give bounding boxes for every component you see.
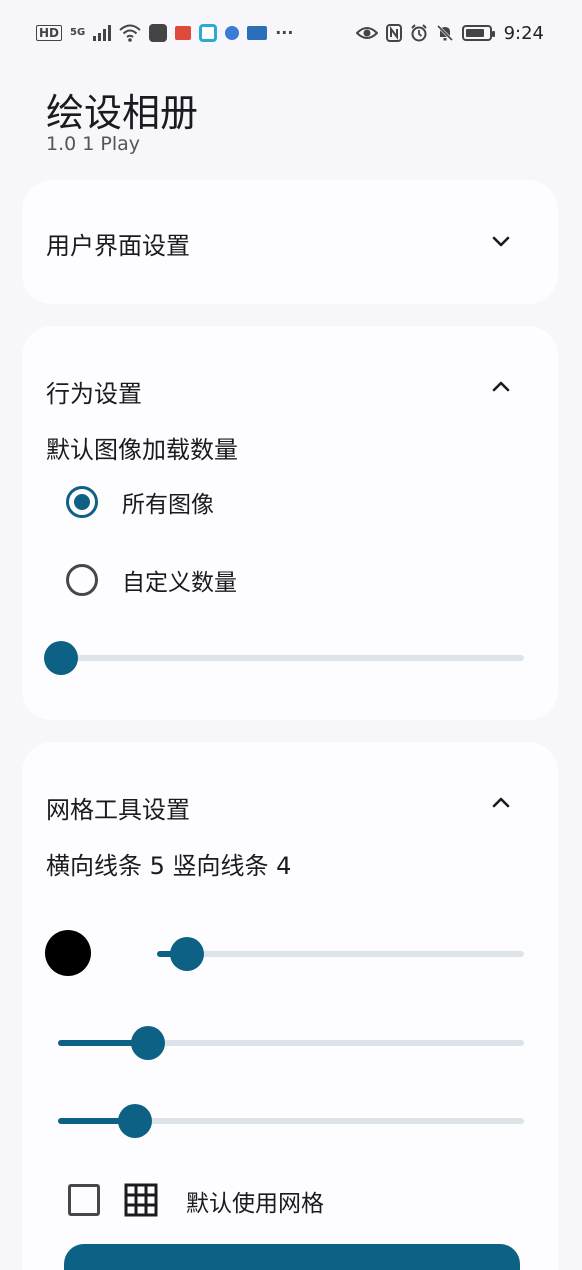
behavior-settings-title[interactable]: 行为设置 xyxy=(46,374,142,409)
vertical-lines-slider[interactable] xyxy=(58,1104,524,1138)
radio-option-custom-count[interactable]: 自定义数量 xyxy=(66,560,237,600)
status-right-icons: 9:24 xyxy=(355,22,544,44)
nfc-icon xyxy=(385,24,402,42)
horizontal-lines-slider[interactable] xyxy=(58,1026,524,1060)
app-notification-icon xyxy=(247,26,268,40)
wifi-icon xyxy=(119,24,141,42)
alarm-icon xyxy=(410,24,427,42)
ui-settings-title: 用户界面设置 xyxy=(46,232,190,260)
behavior-settings-card: 行为设置 默认图像加载数量 所有图像 自定义数量 xyxy=(22,326,558,720)
grid-icon xyxy=(124,1183,158,1217)
app-version: 1.0 1 Play xyxy=(46,133,141,155)
battery-icon xyxy=(461,25,495,41)
network-5g-icon: 5G xyxy=(70,27,86,38)
default-grid-label: 默认使用网格 xyxy=(186,1191,324,1217)
more-icon: ··· xyxy=(275,23,294,42)
image-count-slider[interactable] xyxy=(44,641,524,675)
radio-button-unchecked[interactable] xyxy=(66,564,98,596)
slider-thumb[interactable] xyxy=(131,1026,166,1060)
radio-button-checked[interactable] xyxy=(66,486,98,518)
default-grid-checkbox[interactable] xyxy=(68,1184,100,1216)
status-time: 9:24 xyxy=(503,22,544,44)
radio-option-all-images[interactable]: 所有图像 xyxy=(66,482,214,522)
app-notification-icon xyxy=(149,24,168,42)
radio-label: 所有图像 xyxy=(122,492,214,518)
default-load-label: 默认图像加载数量 xyxy=(46,436,238,464)
status-left-icons: HD 5G ··· xyxy=(36,24,293,42)
bottom-action-button[interactable] xyxy=(64,1244,520,1270)
grid-tool-settings-title[interactable]: 网格工具设置 xyxy=(46,790,190,825)
slider-thumb[interactable] xyxy=(118,1104,153,1138)
chevron-down-icon[interactable] xyxy=(490,230,512,252)
grid-color-swatch[interactable] xyxy=(45,930,91,976)
page-title: 绘设相册 xyxy=(46,91,199,135)
chevron-up-icon[interactable] xyxy=(490,792,512,814)
grid-tool-settings-card: 网格工具设置 横向线条 5 竖向线条 4 默认使用网格 xyxy=(22,742,558,1270)
app-notification-icon xyxy=(175,26,192,40)
eye-icon xyxy=(355,27,378,39)
status-bar: HD 5G ··· 9:24 xyxy=(0,0,582,66)
hd-icon: HD xyxy=(36,25,63,41)
app-notification-icon xyxy=(225,26,240,40)
slider-thumb[interactable] xyxy=(170,937,205,971)
chevron-up-icon[interactable] xyxy=(490,376,512,398)
slider-track xyxy=(44,655,524,661)
radio-label: 自定义数量 xyxy=(122,570,237,596)
grid-lines-label: 横向线条 5 竖向线条 4 xyxy=(46,852,292,880)
signal-icon xyxy=(93,25,112,41)
ui-settings-card[interactable]: 用户界面设置 xyxy=(22,180,558,304)
grid-opacity-slider[interactable] xyxy=(157,937,524,971)
slider-thumb[interactable] xyxy=(44,641,78,675)
app-notification-icon xyxy=(199,24,218,42)
slider-track xyxy=(157,951,524,957)
mute-icon xyxy=(436,24,453,42)
